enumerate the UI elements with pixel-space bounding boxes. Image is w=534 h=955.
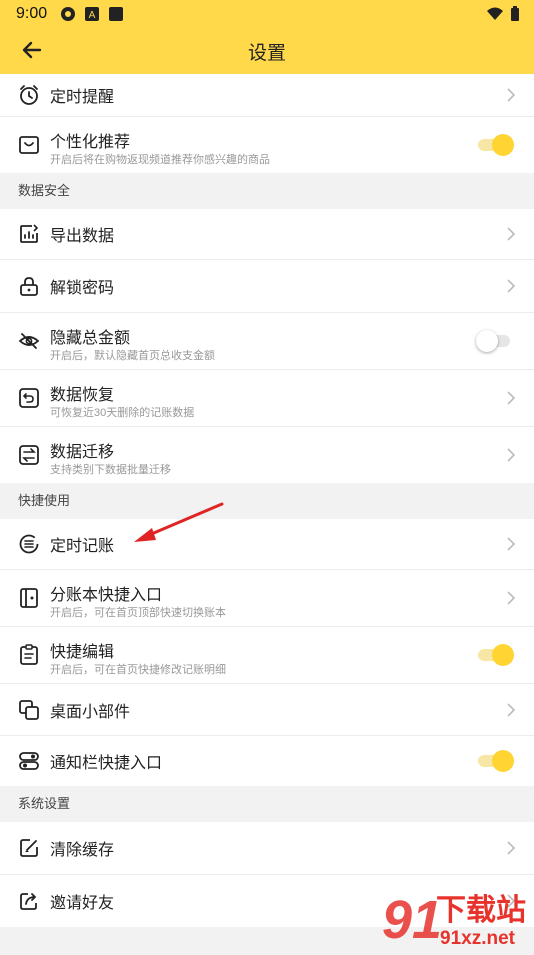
row-label: 定时提醒 — [50, 89, 115, 106]
app-notification-icon — [61, 7, 75, 21]
clear-cache-icon — [20, 839, 38, 857]
recommend-icon — [19, 136, 39, 154]
status-time: 9:00 — [16, 5, 48, 22]
row-data-migration[interactable]: 数据迁移 支持类别下数据批量迁移 — [0, 427, 534, 483]
row-label: 通知栏快捷入口 — [50, 755, 163, 772]
personalized-recommend-toggle[interactable] — [476, 134, 514, 156]
row-data-restore[interactable]: 数据恢复 可恢复近30天删除的记账数据 — [0, 370, 534, 427]
row-label: 快捷编辑 — [50, 644, 115, 661]
row-quick-edit[interactable]: 快捷编辑 开启后，可在首页快捷修改记账明细 — [0, 627, 534, 684]
schedule-icon — [19, 534, 39, 554]
alarm-clock-icon — [20, 85, 38, 105]
section-header-data-security: 数据安全 — [0, 173, 534, 209]
row-label: 数据恢复 — [50, 387, 115, 404]
status-notification-icons: A — [60, 6, 124, 22]
row-export-data[interactable]: 导出数据 — [0, 209, 534, 260]
quick-edit-toggle[interactable] — [476, 644, 514, 666]
notification-toggle-icon — [19, 752, 39, 770]
row-label: 导出数据 — [50, 228, 115, 245]
chevron-right-icon — [507, 537, 516, 551]
watermark-title: 下载站 — [436, 893, 526, 928]
toggle-knob — [492, 134, 514, 156]
eye-hidden-icon — [18, 333, 40, 349]
row-desktop-widget[interactable]: 桌面小部件 — [0, 684, 534, 736]
watermark-url: 91xz.net — [440, 928, 516, 949]
app-bar: 设置 — [0, 28, 534, 74]
svg-text:A: A — [89, 10, 96, 21]
status-system-icons — [486, 6, 520, 22]
chevron-right-icon — [507, 391, 516, 405]
svg-text:91: 91 — [382, 890, 442, 950]
settings-group-data-security: 导出数据 解锁密码 隐藏总金额 开启后，默认隐藏首页总收支金额 数据恢复 可恢复… — [0, 209, 534, 483]
row-hide-total-amount[interactable]: 隐藏总金额 开启后，默认隐藏首页总收支金额 — [0, 313, 534, 370]
row-personalized-recommend[interactable]: 个性化推荐 开启后将在购物返现频道推荐你感兴趣的商品 — [0, 117, 534, 173]
row-label: 定时记账 — [50, 538, 115, 555]
row-scheduled-accounting[interactable]: 定时记账 — [0, 519, 534, 570]
row-subtitle: 可恢复近30天删除的记账数据 — [50, 407, 195, 419]
chevron-right-icon — [507, 227, 516, 241]
row-subtitle: 开启后，可在首页快捷修改记账明细 — [50, 664, 226, 676]
row-subtitle: 开启后，默认隐藏首页总收支金额 — [50, 350, 215, 362]
ledger-icon — [20, 588, 38, 608]
row-unlock-password[interactable]: 解锁密码 — [0, 260, 534, 313]
notification-shortcut-toggle[interactable] — [476, 750, 514, 772]
row-label: 清除缓存 — [50, 842, 115, 859]
font-notification-icon: A — [85, 7, 99, 21]
row-subtitle: 支持类别下数据批量迁移 — [50, 464, 171, 476]
chevron-right-icon — [507, 841, 516, 855]
row-label: 解锁密码 — [50, 280, 115, 297]
status-bar: 9:00 A — [0, 0, 534, 28]
row-subtitle: 开启后将在购物返现频道推荐你感兴趣的商品 — [50, 154, 270, 166]
toggle-knob — [492, 750, 514, 772]
lock-icon — [20, 277, 38, 296]
section-header-system: 系统设置 — [0, 786, 534, 822]
share-icon — [20, 893, 37, 910]
chevron-right-icon — [507, 702, 516, 717]
chevron-right-icon — [507, 448, 516, 462]
settings-list: 定时提醒 个性化推荐 开启后将在购物返现频道推荐你感兴趣的商品 数据安全 导出数… — [0, 74, 534, 927]
settings-group-quick-use: 定时记账 分账本快捷入口 开启后，可在首页顶部快速切换账本 快捷编辑 开启后，可… — [0, 519, 534, 786]
wifi-icon — [487, 7, 503, 20]
settings-group-general: 定时提醒 个性化推荐 开启后将在购物返现频道推荐你感兴趣的商品 — [0, 74, 534, 173]
row-label: 邀请好友 — [50, 895, 115, 912]
toggle-knob — [476, 330, 498, 352]
row-label: 分账本快捷入口 — [50, 587, 163, 604]
row-clear-cache[interactable]: 清除缓存 — [0, 822, 534, 875]
page-title: 设置 — [247, 43, 286, 64]
export-icon — [20, 224, 39, 243]
battery-icon — [511, 6, 519, 21]
row-label: 数据迁移 — [50, 444, 115, 461]
toggle-knob — [492, 644, 514, 666]
section-header-quick-use: 快捷使用 — [0, 483, 534, 519]
edit-clipboard-icon — [20, 644, 38, 665]
migrate-icon — [19, 445, 39, 465]
restore-icon — [19, 388, 39, 408]
widget-icon — [19, 699, 39, 720]
chevron-right-icon — [507, 279, 516, 293]
row-label: 个性化推荐 — [50, 134, 131, 151]
watermark: 91 下载站 91xz.net — [380, 880, 534, 950]
row-ledger-shortcut[interactable]: 分账本快捷入口 开启后，可在首页顶部快速切换账本 — [0, 570, 534, 627]
row-timed-reminder[interactable]: 定时提醒 — [0, 74, 534, 117]
square-notification-icon — [109, 7, 123, 21]
row-label: 桌面小部件 — [50, 703, 131, 721]
hide-total-amount-toggle[interactable] — [476, 330, 514, 352]
chevron-right-icon — [507, 591, 516, 605]
row-notification-shortcut[interactable]: 通知栏快捷入口 — [0, 736, 534, 786]
row-label: 隐藏总金额 — [50, 330, 131, 347]
watermark-logo: 91 下载站 91xz.net — [382, 890, 526, 950]
annotation-arrow — [134, 502, 224, 542]
chevron-right-icon — [507, 88, 516, 102]
row-subtitle: 开启后，可在首页顶部快速切换账本 — [50, 607, 226, 619]
